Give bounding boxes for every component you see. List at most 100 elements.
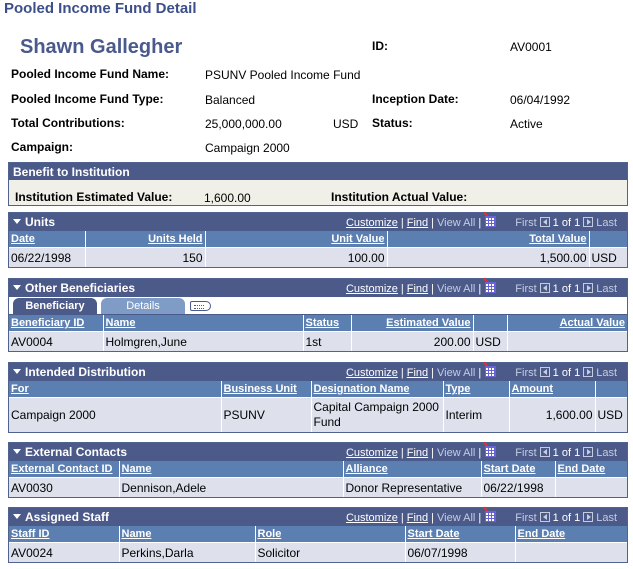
next-arrow-icon[interactable] — [583, 447, 594, 457]
cell-total-value: 1,500.00 — [387, 247, 590, 267]
find-link[interactable]: Find — [407, 447, 428, 459]
first-link[interactable]: First — [515, 283, 536, 295]
col-business-unit[interactable]: Business Unit — [221, 381, 312, 398]
col-amount[interactable]: Amount — [509, 381, 596, 398]
customize-link[interactable]: Customize — [346, 217, 398, 229]
first-link[interactable]: First — [515, 512, 536, 524]
col-name[interactable]: Name — [119, 526, 256, 543]
view-all-link[interactable]: View All — [437, 217, 475, 229]
cell-business-unit: PSUNV — [221, 397, 312, 432]
last-link[interactable]: Last — [596, 367, 617, 379]
download-grid-icon[interactable] — [485, 216, 497, 227]
customize-link[interactable]: Customize — [346, 447, 398, 459]
contacts-header: External Contacts Customize | Find | View Al… — [9, 443, 627, 461]
col-units-held[interactable]: Units Held — [85, 231, 206, 248]
col-total-value[interactable]: Total Value — [387, 231, 590, 248]
download-grid-icon[interactable] — [485, 511, 497, 522]
fund-type-label: Pooled Income Fund Type: — [11, 92, 164, 106]
col-unit-value[interactable]: Unit Value — [205, 231, 388, 248]
col-type[interactable]: Type — [443, 381, 510, 398]
customize-link[interactable]: Customize — [346, 283, 398, 295]
benefit-title: Benefit to Institution — [13, 165, 130, 179]
fund-name-value: PSUNV Pooled Income Fund — [205, 68, 361, 82]
col-designation-name[interactable]: Designation Name — [311, 381, 444, 398]
id-value: AV0001 — [510, 40, 552, 54]
col-name[interactable]: Name — [103, 315, 304, 332]
next-arrow-icon[interactable] — [583, 367, 594, 377]
download-grid-icon[interactable] — [485, 446, 497, 457]
distribution-table: For Business Unit Designation Name Type … — [9, 381, 627, 432]
find-link[interactable]: Find — [407, 283, 428, 295]
view-all-link[interactable]: View All — [437, 367, 475, 379]
col-external-contact-id[interactable]: External Contact ID — [9, 461, 120, 478]
distribution-grid: Intended Distribution Customize | Find | Vie… — [8, 362, 628, 433]
first-link[interactable]: First — [515, 217, 536, 229]
cell-currency: USD — [473, 331, 508, 351]
prev-arrow-icon[interactable] — [539, 512, 550, 522]
view-all-link[interactable]: View All — [437, 447, 475, 459]
customize-link[interactable]: Customize — [346, 367, 398, 379]
est-value: 1,600.00 — [204, 191, 251, 205]
collapse-icon[interactable] — [13, 285, 21, 291]
col-for[interactable]: For — [9, 381, 222, 398]
first-link[interactable]: First — [515, 447, 536, 459]
show-all-columns-icon[interactable] — [190, 301, 211, 311]
cell-date: 06/22/1998 — [9, 247, 86, 267]
col-start-date[interactable]: Start Date — [481, 461, 556, 478]
col-actual-value[interactable]: Actual Value — [507, 315, 627, 332]
last-link[interactable]: Last — [596, 217, 617, 229]
next-arrow-icon[interactable] — [583, 512, 594, 522]
col-end-date[interactable]: End Date — [515, 526, 627, 543]
cell-actual-value — [507, 331, 627, 351]
cell-status: 1st — [303, 331, 352, 351]
prev-arrow-icon[interactable] — [539, 367, 550, 377]
collapse-icon[interactable] — [13, 369, 21, 375]
cell-role: Solicitor — [255, 542, 406, 562]
contributions-currency: USD — [333, 117, 359, 131]
col-date[interactable]: Date — [9, 231, 86, 248]
cell-amount: 1,600.00 — [509, 397, 596, 432]
find-link[interactable]: Find — [407, 512, 428, 524]
prev-arrow-icon[interactable] — [539, 447, 550, 457]
view-all-link[interactable]: View All — [437, 283, 475, 295]
col-role[interactable]: Role — [255, 526, 406, 543]
col-alliance[interactable]: Alliance — [343, 461, 482, 478]
view-all-link[interactable]: View All — [437, 512, 475, 524]
collapse-icon[interactable] — [13, 514, 21, 520]
contacts-grid: External Contacts Customize | Find | View Al… — [8, 442, 628, 498]
status-value: Active — [510, 117, 543, 131]
table-row: AV0030 Dennison,Adele Donor Representati… — [9, 477, 627, 497]
last-link[interactable]: Last — [596, 512, 617, 524]
cell-name: Perkins,Darla — [119, 542, 256, 562]
tab-details[interactable]: Details — [101, 298, 185, 314]
col-staff-id[interactable]: Staff ID — [9, 526, 120, 543]
download-grid-icon[interactable] — [485, 366, 497, 377]
col-status[interactable]: Status — [303, 315, 352, 332]
col-beneficiary-id[interactable]: Beneficiary ID — [9, 315, 104, 332]
find-link[interactable]: Find — [407, 217, 428, 229]
collapse-icon[interactable] — [13, 449, 21, 455]
col-currency — [473, 315, 508, 332]
prev-arrow-icon[interactable] — [539, 217, 550, 227]
col-estimated-value[interactable]: Estimated Value — [351, 315, 474, 332]
last-link[interactable]: Last — [596, 283, 617, 295]
distribution-header: Intended Distribution Customize | Find | Vie… — [9, 363, 627, 381]
next-arrow-icon[interactable] — [583, 283, 594, 293]
col-start-date[interactable]: Start Date — [405, 526, 516, 543]
cell-type: Interim — [443, 397, 510, 432]
col-name[interactable]: Name — [119, 461, 344, 478]
beneficiary-tabs: Beneficiary Details — [9, 297, 627, 315]
col-end-date[interactable]: End Date — [555, 461, 627, 478]
first-link[interactable]: First — [515, 367, 536, 379]
cell-units-held: 150 — [85, 247, 206, 267]
find-link[interactable]: Find — [407, 367, 428, 379]
last-link[interactable]: Last — [596, 447, 617, 459]
download-grid-icon[interactable] — [485, 282, 497, 293]
tab-beneficiary[interactable]: Beneficiary — [13, 298, 97, 314]
customize-link[interactable]: Customize — [346, 512, 398, 524]
prev-arrow-icon[interactable] — [539, 283, 550, 293]
cell-designation-name: Capital Campaign 2000 Fund — [311, 397, 444, 432]
collapse-icon[interactable] — [13, 219, 21, 225]
units-title: Units — [25, 215, 55, 229]
next-arrow-icon[interactable] — [583, 217, 594, 227]
